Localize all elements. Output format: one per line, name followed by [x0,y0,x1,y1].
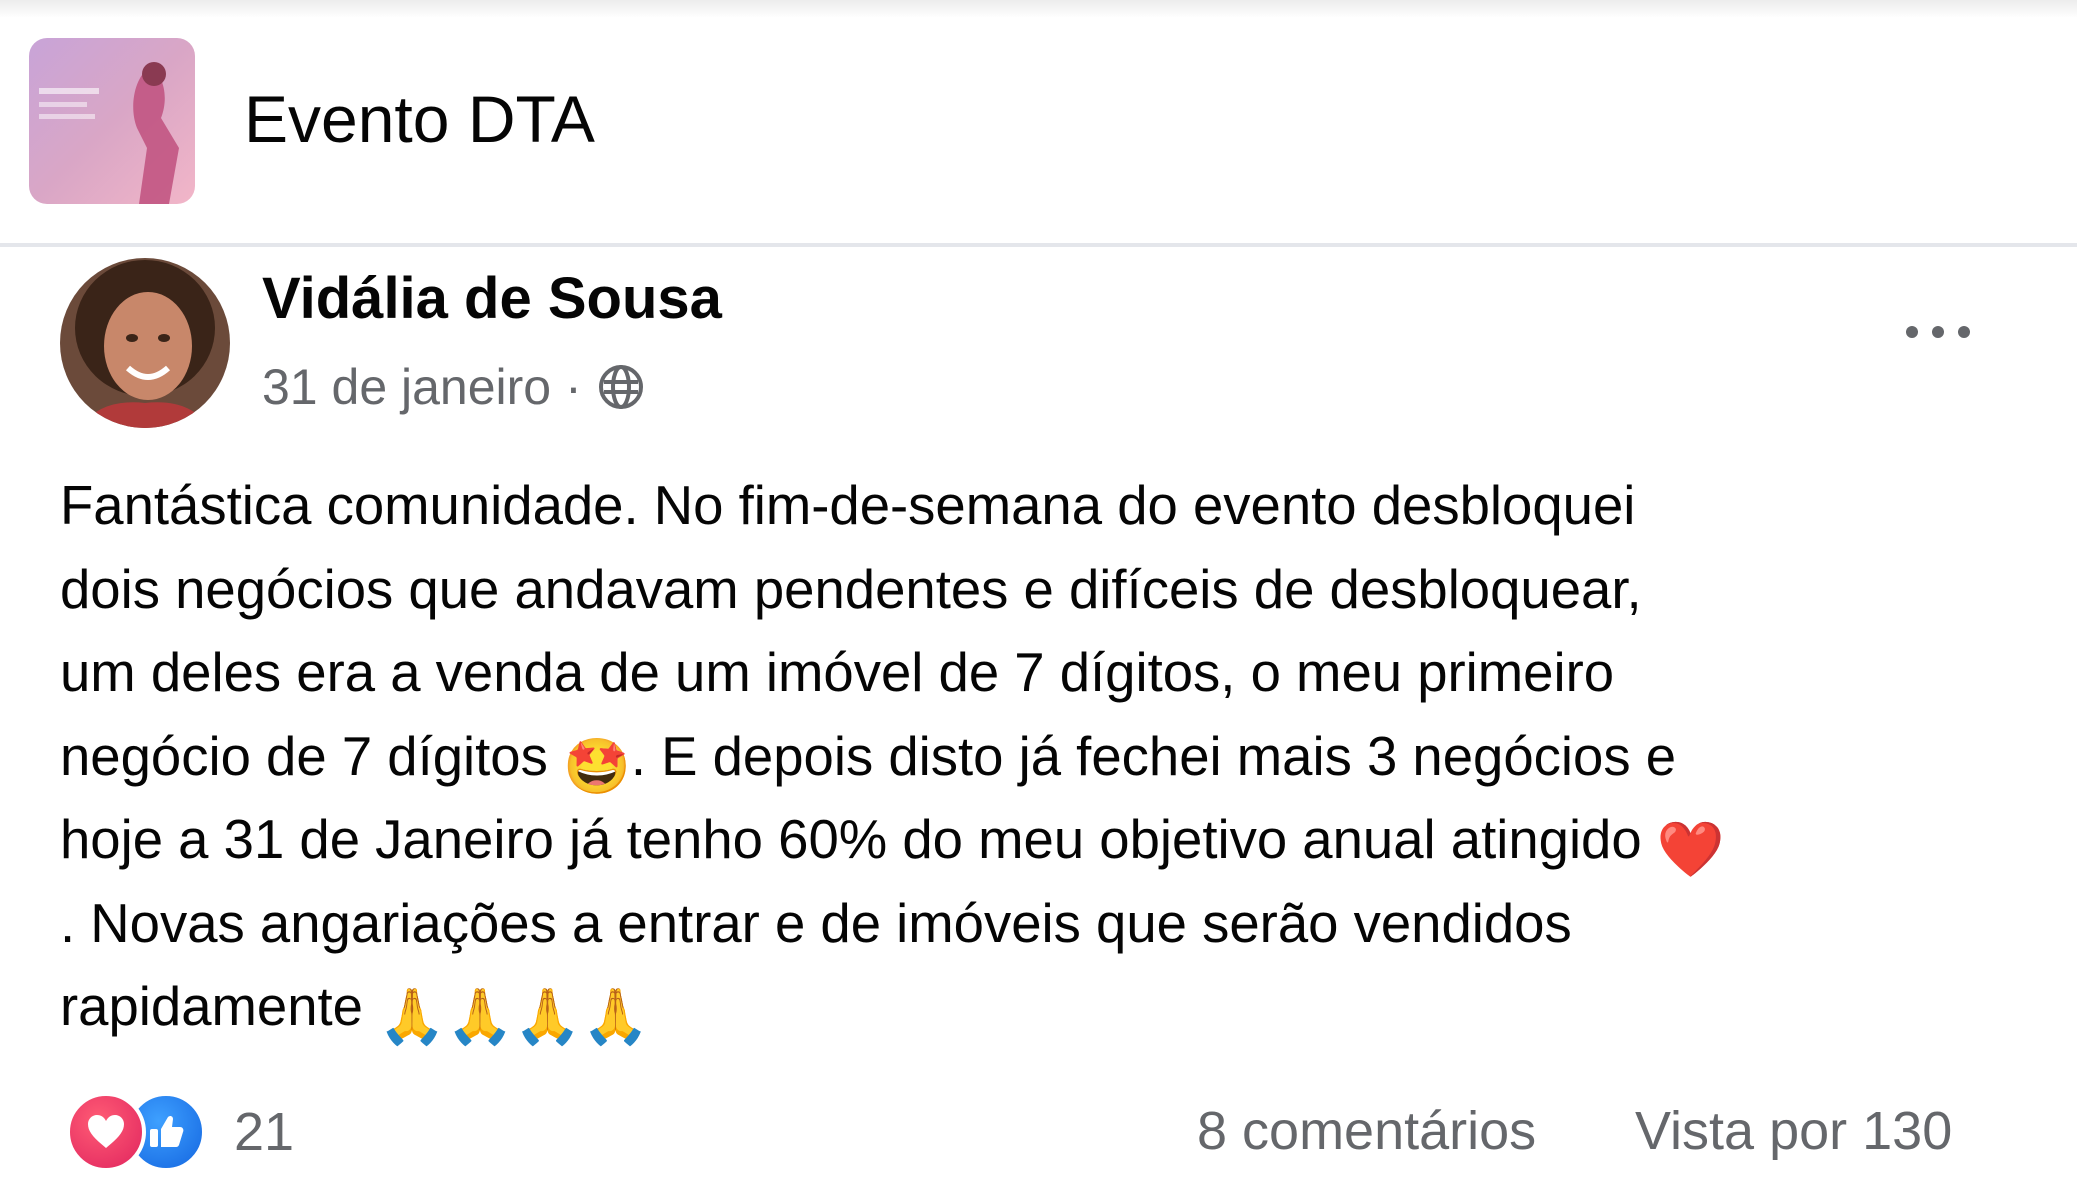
more-options-icon[interactable] [1898,310,1978,354]
reaction-count: 21 [234,1102,295,1162]
post-text: rapidamente [60,976,379,1037]
author-avatar[interactable] [60,258,230,428]
star-struck-emoji-icon: 🤩 [562,735,631,797]
love-reaction-icon [66,1092,146,1172]
post-line: hoje a 31 de Janeiro já tenho 60% do meu… [60,798,2020,882]
post-author[interactable]: Vidália de Sousa [262,270,722,328]
post-text: negócio de 7 dígitos [60,725,563,787]
post-line: . Novas angariações a entrar e de imóvei… [60,892,1572,954]
globe-icon[interactable] [596,362,646,412]
post-line: um deles era a venda de um imóvel de 7 d… [60,642,1615,703]
post-line: dois negócios que andavam pendentes e di… [60,558,1642,620]
group-header: Evento DTA [0,18,2077,247]
reactions-summary[interactable]: 21 [66,1092,294,1172]
post-text: hoje a 31 de Janeiro já tenho 60% do meu… [60,809,1657,870]
top-edge [0,0,2077,18]
group-cover-image[interactable] [29,38,195,204]
post-meta: 31 de janeiro · [262,362,646,412]
post-line: negócio de 7 dígitos 🤩. E depois disto j… [60,715,2020,799]
post-date[interactable]: 31 de janeiro [262,362,551,412]
post-line: Fantástica comunidade. No fim-de-semana … [60,475,1636,536]
folded-hands-emoji-icon: 🙏🙏🙏🙏 [378,986,650,1047]
post-line: rapidamente 🙏🙏🙏🙏 [60,965,2020,1049]
post-text: . E depois disto já fechei mais 3 negóci… [630,725,1677,787]
meta-separator: · [565,359,582,415]
red-heart-emoji-icon: ❤️ [1656,819,1725,880]
seen-by-count[interactable]: Vista por 130 [1635,1104,1952,1158]
post-body: Fantástica comunidade. No fim-de-semana … [60,464,2020,1049]
group-name[interactable]: Evento DTA [244,86,595,152]
comments-count[interactable]: 8 comentários [1197,1104,1536,1158]
